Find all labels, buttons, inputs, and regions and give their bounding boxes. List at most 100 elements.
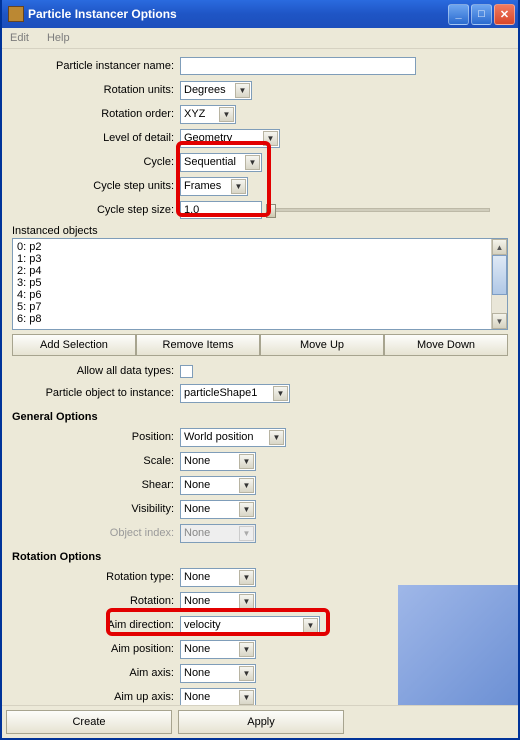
minimize-button[interactable]: _ xyxy=(448,4,469,25)
aim-direction-label: Aim direction: xyxy=(8,619,180,631)
menu-help[interactable]: Help xyxy=(43,30,74,46)
level-of-detail-label: Level of detail: xyxy=(8,132,180,144)
rotation-units-label: Rotation units: xyxy=(8,84,180,96)
title-bar: Particle Instancer Options _ □ ✕ xyxy=(2,0,518,28)
scale-combo[interactable]: None ▼ xyxy=(180,452,256,471)
object-index-combo: None ▼ xyxy=(180,524,256,543)
chevron-down-icon: ▼ xyxy=(239,642,254,657)
move-down-button[interactable]: Move Down xyxy=(384,334,508,356)
rotation-label: Rotation: xyxy=(8,595,180,607)
chevron-down-icon: ▼ xyxy=(239,526,254,541)
shear-label: Shear: xyxy=(8,479,180,491)
cycle-step-size-label: Cycle step size: xyxy=(8,204,180,216)
rotation-units-combo[interactable]: Degrees ▼ xyxy=(180,81,252,100)
instanced-objects-list[interactable]: 0: p2 1: p3 2: p4 3: p5 4: p6 5: p7 6: p… xyxy=(12,238,508,330)
list-scrollbar[interactable]: ▲ ▼ xyxy=(491,239,507,329)
close-button[interactable]: ✕ xyxy=(494,4,515,25)
slider-thumb[interactable] xyxy=(266,204,276,218)
instancer-name-input[interactable] xyxy=(180,57,416,75)
chevron-down-icon: ▼ xyxy=(245,155,260,170)
cycle-label: Cycle: xyxy=(8,156,180,168)
shear-combo[interactable]: None ▼ xyxy=(180,476,256,495)
menu-edit[interactable]: Edit xyxy=(6,30,33,46)
scroll-thumb[interactable] xyxy=(492,255,507,295)
chevron-down-icon: ▼ xyxy=(239,594,254,609)
shear-value: None xyxy=(184,479,210,491)
create-button[interactable]: Create xyxy=(6,710,172,734)
rotation-type-combo[interactable]: None ▼ xyxy=(180,568,256,587)
position-label: Position: xyxy=(8,431,180,443)
aim-direction-value: velocity xyxy=(184,619,221,631)
aim-axis-combo[interactable]: None ▼ xyxy=(180,664,256,683)
position-value: World position xyxy=(184,431,254,443)
aim-position-label: Aim position: xyxy=(8,643,180,655)
maximize-button[interactable]: □ xyxy=(471,4,492,25)
instanced-objects-items: 0: p2 1: p3 2: p4 3: p5 4: p6 5: p7 6: p… xyxy=(13,239,491,329)
list-item[interactable]: 1: p3 xyxy=(17,253,487,265)
cycle-step-units-value: Frames xyxy=(184,180,221,192)
chevron-down-icon: ▼ xyxy=(239,502,254,517)
chevron-down-icon: ▼ xyxy=(303,618,318,633)
apply-button[interactable]: Apply xyxy=(178,710,344,734)
particle-object-combo[interactable]: particleShape1 ▼ xyxy=(180,384,290,403)
aim-up-axis-label: Aim up axis: xyxy=(8,691,180,703)
list-item[interactable]: 3: p5 xyxy=(17,277,487,289)
chevron-down-icon: ▼ xyxy=(273,386,288,401)
scale-label: Scale: xyxy=(8,455,180,467)
list-item[interactable]: 4: p6 xyxy=(17,289,487,301)
scale-value: None xyxy=(184,455,210,467)
chevron-down-icon: ▼ xyxy=(239,478,254,493)
scroll-up-icon[interactable]: ▲ xyxy=(492,239,507,255)
aim-axis-label: Aim axis: xyxy=(8,667,180,679)
rotation-type-value: None xyxy=(184,571,210,583)
move-up-button[interactable]: Move Up xyxy=(260,334,384,356)
cycle-value: Sequential xyxy=(184,156,236,168)
particle-object-label: Particle object to instance: xyxy=(8,387,180,399)
instancer-name-label: Particle instancer name: xyxy=(8,60,180,72)
allow-all-data-types-label: Allow all data types: xyxy=(8,365,180,377)
level-of-detail-value: Geometry xyxy=(184,132,232,144)
decorative-patch xyxy=(398,585,518,705)
aim-position-combo[interactable]: None ▼ xyxy=(180,640,256,659)
cycle-combo[interactable]: Sequential ▼ xyxy=(180,153,262,172)
level-of-detail-combo[interactable]: Geometry ▼ xyxy=(180,129,280,148)
list-item[interactable]: 6: p8 xyxy=(17,313,487,325)
chevron-down-icon: ▼ xyxy=(235,83,250,98)
rotation-options-heading: Rotation Options xyxy=(8,546,512,566)
aim-up-axis-combo[interactable]: None ▼ xyxy=(180,688,256,706)
list-item[interactable]: 0: p2 xyxy=(17,241,487,253)
add-selection-button[interactable]: Add Selection xyxy=(12,334,136,356)
position-combo[interactable]: World position ▼ xyxy=(180,428,286,447)
window-title: Particle Instancer Options xyxy=(28,7,448,21)
scroll-down-icon[interactable]: ▼ xyxy=(492,313,507,329)
remove-items-button[interactable]: Remove Items xyxy=(136,334,260,356)
object-index-value: None xyxy=(184,527,210,539)
cycle-step-size-slider[interactable] xyxy=(270,208,490,212)
aim-direction-combo[interactable]: velocity ▼ xyxy=(180,616,320,635)
list-item[interactable]: 5: p7 xyxy=(17,301,487,313)
visibility-combo[interactable]: None ▼ xyxy=(180,500,256,519)
menu-bar: Edit Help xyxy=(2,28,518,49)
list-item[interactable]: 2: p4 xyxy=(17,265,487,277)
rotation-order-combo[interactable]: XYZ ▼ xyxy=(180,105,236,124)
chevron-down-icon: ▼ xyxy=(239,690,254,705)
object-index-label: Object index: xyxy=(8,527,180,539)
aim-axis-value: None xyxy=(184,667,210,679)
rotation-units-value: Degrees xyxy=(184,84,226,96)
general-options-heading: General Options xyxy=(8,406,512,426)
rotation-order-label: Rotation order: xyxy=(8,108,180,120)
rotation-order-value: XYZ xyxy=(184,108,205,120)
content-area: Particle instancer name: Rotation units:… xyxy=(2,49,518,705)
cycle-step-units-combo[interactable]: Frames ▼ xyxy=(180,177,248,196)
chevron-down-icon: ▼ xyxy=(239,454,254,469)
allow-all-data-types-checkbox[interactable] xyxy=(180,365,193,378)
cycle-step-size-input[interactable] xyxy=(180,201,262,219)
rotation-type-label: Rotation type: xyxy=(8,571,180,583)
visibility-label: Visibility: xyxy=(8,503,180,515)
chevron-down-icon: ▼ xyxy=(239,570,254,585)
chevron-down-icon: ▼ xyxy=(263,131,278,146)
rotation-combo[interactable]: None ▼ xyxy=(180,592,256,611)
particle-object-value: particleShape1 xyxy=(184,387,257,399)
instanced-objects-label: Instanced objects xyxy=(12,225,512,237)
bottom-spacer xyxy=(350,710,514,734)
